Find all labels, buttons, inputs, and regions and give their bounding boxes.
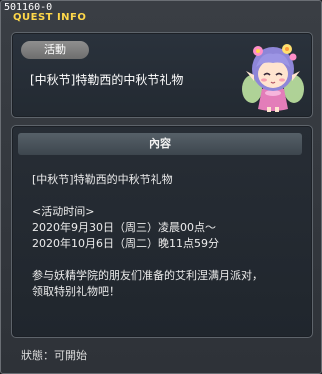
quest-status: 狀態：可開始 xyxy=(21,349,87,362)
quest-name: [中秋节]特勒西的中秋节礼物 xyxy=(30,73,184,87)
quest-content-panel: 內容 [中秋节]特勒西的中秋节礼物 <活动时间> 2020年9月30日（周三）凌… xyxy=(11,125,313,338)
quest-description-line-2: 领取特别礼物吧！ xyxy=(32,285,120,298)
fairy-npc-portrait-icon xyxy=(240,37,306,113)
quest-description-line-1: 参与妖精学院的朋友们准备的艾利涅满月派对， xyxy=(32,269,263,282)
content-header: 內容 xyxy=(18,133,302,155)
event-end-time: 2020年10月6日（周二）晚11点59分 xyxy=(32,237,219,250)
quest-info-window: 501160-0 QUEST INFO 活動 [中秋节]特勒西的中秋节礼物 內容… xyxy=(0,0,322,374)
quest-summary-panel: 活動 [中秋节]特勒西的中秋节礼物 xyxy=(11,32,313,118)
content-quest-name: [中秋节]特勒西的中秋节礼物 xyxy=(32,173,173,186)
event-period-label: <活动时间> xyxy=(32,205,95,218)
event-start-time: 2020年9月30日（周三）凌晨00点～ xyxy=(32,221,216,234)
quest-type-badge: 活動 xyxy=(21,41,89,59)
content-body: [中秋节]特勒西的中秋节礼物 <活动时间> 2020年9月30日（周三）凌晨00… xyxy=(32,172,307,300)
window-title: QUEST INFO xyxy=(13,12,87,23)
